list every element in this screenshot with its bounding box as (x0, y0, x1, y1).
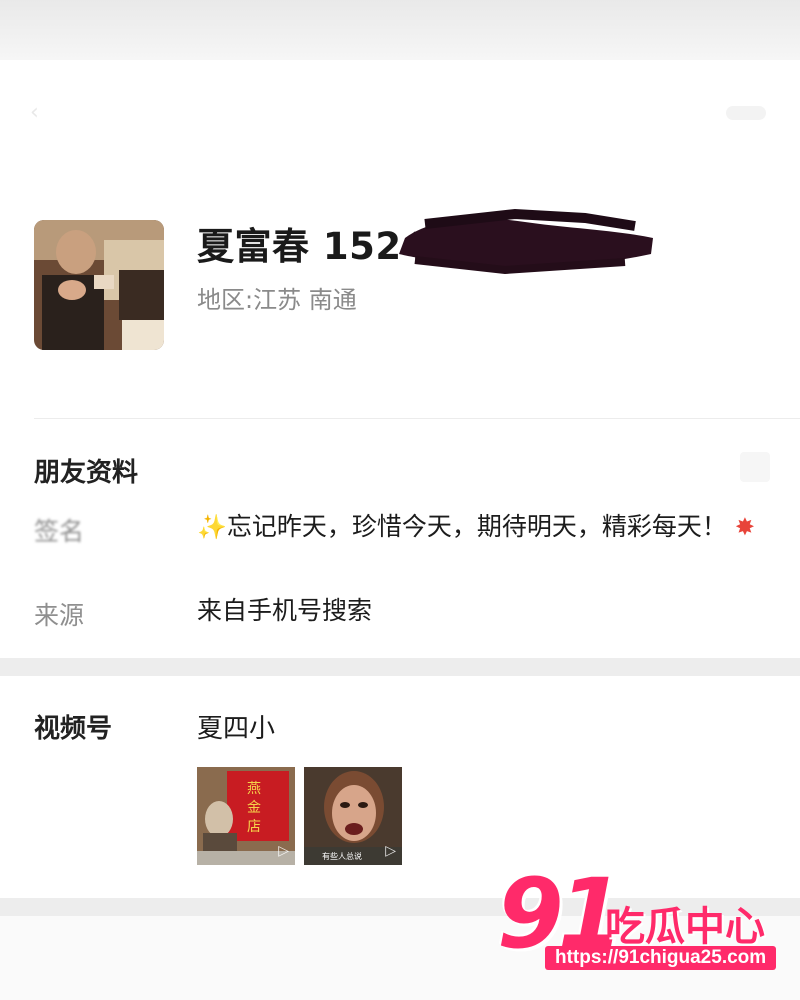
signature-value: ✨忘记昨天，珍惜今天，期待明天，精彩每天！ ✸ (197, 508, 757, 546)
friend-info-title: 朋友资料 (34, 458, 139, 488)
redaction-scribble (399, 208, 653, 274)
channel-thumbnail[interactable]: 有些人总说 ▷ (304, 767, 402, 865)
source-value: 来自手机号搜索 (197, 596, 373, 625)
sparkles-icon: ✨ (197, 513, 227, 541)
more-icon[interactable] (726, 106, 766, 120)
play-icon: ▷ (385, 843, 396, 859)
status-bar-area (0, 0, 800, 60)
svg-text:金: 金 (247, 800, 261, 816)
section-gap (0, 658, 800, 676)
back-icon[interactable]: ‹ (30, 100, 52, 125)
watermark-url: https://91chigua25.com (545, 946, 777, 970)
play-icon: ▷ (278, 843, 289, 859)
signature-text: 忘记昨天，珍惜今天，期待明天，精彩每天！ (226, 512, 727, 541)
source-label: 来源 (34, 601, 85, 630)
section-divider (34, 418, 800, 419)
edit-icon[interactable] (740, 452, 770, 482)
avatar[interactable] (34, 220, 164, 350)
signature-label: 签名 (34, 517, 85, 546)
collision-icon: ✸ (734, 513, 755, 541)
watermark-brand: 吃瓜中心 (605, 904, 765, 950)
region-text: 地区:江苏 南通 (197, 286, 357, 314)
top-navigation (0, 60, 800, 170)
svg-text:有些人总说: 有些人总说 (322, 851, 362, 861)
watermark-logo: 91 吃瓜中心 https://91chigua25.com (497, 858, 787, 983)
channels-label: 视频号 (34, 714, 113, 744)
channels-name[interactable]: 夏四小 (197, 708, 275, 745)
svg-text:店: 店 (247, 819, 261, 835)
channel-thumbnail[interactable]: 燕 金 店 ▷ (197, 767, 295, 865)
svg-text:燕: 燕 (247, 781, 261, 797)
